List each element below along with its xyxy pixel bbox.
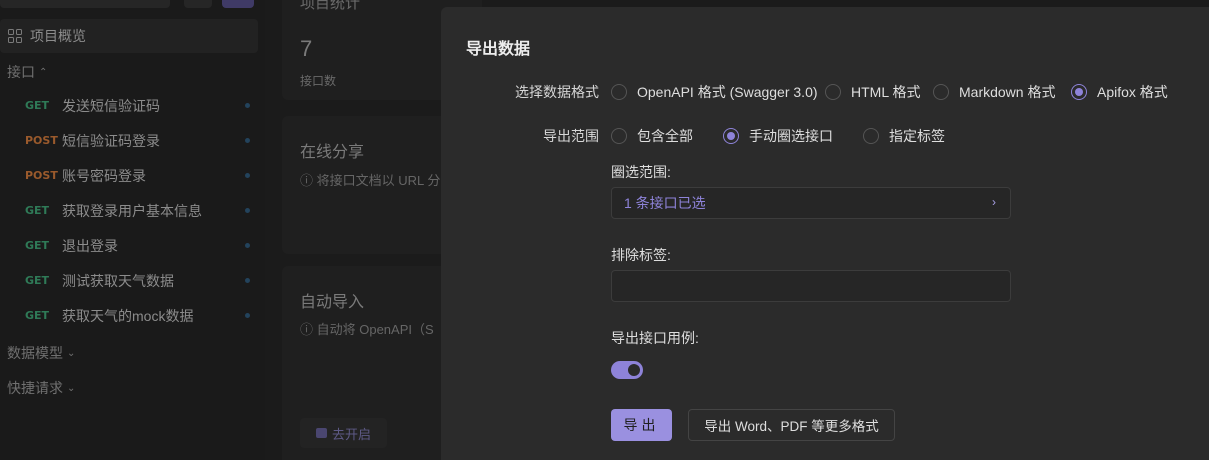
api-label: 获取登录用户基本信息 [62, 202, 202, 219]
radio-label: 手动圈选接口 [749, 128, 833, 144]
sidebar: 项目概览 接口 ⌃ GET 发送短信验证码 POST 短信验证码登录 POST … [0, 0, 265, 460]
format-label: 选择数据格式 [515, 84, 599, 100]
scope-option-manual[interactable]: 手动圈选接口 [723, 126, 833, 146]
status-dot [245, 243, 250, 248]
add-button[interactable] [222, 0, 254, 8]
examples-label: 导出接口用例: [611, 330, 699, 346]
stats-title: 项目统计 [300, 0, 361, 12]
filter-button[interactable] [184, 0, 212, 8]
sidebar-item-label: 项目概览 [30, 28, 86, 44]
radio-label: 包含全部 [637, 128, 693, 144]
section-quick-requests[interactable]: 快捷请求 ⌄ [7, 378, 75, 398]
scope-option-tags[interactable]: 指定标签 [863, 126, 945, 146]
share-description: ⓘ 将接口文档以 URL 分 [300, 173, 441, 188]
radio-label: HTML 格式 [851, 84, 921, 100]
radio-circle [723, 128, 739, 144]
radio-circle [863, 128, 879, 144]
examples-toggle[interactable] [611, 361, 643, 379]
range-value: 1 条接口已选 [624, 195, 706, 211]
method-badge: GET [25, 99, 50, 112]
auto-import-title: 自动导入 [300, 294, 365, 311]
grid-icon [8, 29, 22, 43]
scope-option-all[interactable]: 包含全部 [611, 126, 693, 146]
api-item[interactable]: GET 获取登录用户基本信息 [0, 193, 258, 228]
enable-button[interactable]: 去开启 [300, 418, 387, 448]
radio-label: 指定标签 [889, 128, 945, 144]
radio-label: Markdown 格式 [959, 84, 1056, 100]
exclude-tags-input[interactable] [611, 270, 1011, 302]
api-item[interactable]: GET 获取天气的mock数据 [0, 298, 258, 333]
chevron-down-icon: ⌄ [67, 347, 76, 359]
sidebar-item-overview[interactable]: 项目概览 [0, 19, 258, 53]
api-label: 获取天气的mock数据 [62, 307, 194, 324]
modal-title: 导出数据 [466, 41, 531, 58]
chevron-right-icon: › [992, 195, 996, 209]
api-item[interactable]: POST 账号密码登录 [0, 158, 258, 193]
api-label: 短信验证码登录 [62, 132, 160, 149]
radio-circle [825, 84, 841, 100]
api-item[interactable]: GET 退出登录 [0, 228, 258, 263]
format-option-apifox[interactable]: Apifox 格式 [1071, 82, 1168, 102]
method-badge: POST [25, 169, 58, 182]
export-modal [441, 7, 1209, 460]
status-dot [245, 278, 250, 283]
api-label: 测试获取天气数据 [62, 272, 174, 289]
radio-label: Apifox 格式 [1097, 84, 1168, 100]
status-dot [245, 173, 250, 178]
radio-circle [611, 84, 627, 100]
method-badge: POST [25, 134, 58, 147]
export-more-formats-button[interactable]: 导出 Word、PDF 等更多格式 [688, 409, 895, 441]
section-label: 数据模型 [7, 345, 63, 361]
api-item[interactable]: GET 测试获取天气数据 [0, 263, 258, 298]
method-badge: GET [25, 274, 50, 287]
radio-label: OpenAPI 格式 (Swagger 3.0) [637, 84, 818, 100]
stats-label: 接口数 [300, 74, 337, 88]
format-option-markdown[interactable]: Markdown 格式 [933, 82, 1055, 102]
exclude-tags-label: 排除标签: [611, 247, 671, 263]
auto-import-description: ⓘ 自动将 OpenAPI（S [300, 322, 434, 337]
radio-circle [611, 128, 627, 144]
status-dot [245, 313, 250, 318]
section-apis[interactable]: 接口 ⌃ [7, 62, 47, 82]
toggle-knob [628, 364, 640, 376]
api-label: 发送短信验证码 [62, 97, 160, 114]
status-dot [245, 208, 250, 213]
range-label: 圈选范围: [611, 164, 671, 180]
section-label: 快捷请求 [7, 380, 63, 396]
share-title: 在线分享 [300, 144, 365, 161]
method-badge: GET [25, 309, 50, 322]
api-label: 退出登录 [62, 237, 118, 254]
format-option-openapi[interactable]: OpenAPI 格式 (Swagger 3.0) [611, 82, 818, 102]
scope-label: 导出范围 [543, 128, 599, 144]
stats-number: 7 [300, 36, 313, 61]
range-selector[interactable]: 1 条接口已选 › [611, 187, 1011, 219]
method-badge: GET [25, 239, 50, 252]
section-models[interactable]: 数据模型 ⌄ [7, 343, 75, 363]
status-dot [245, 138, 250, 143]
api-item[interactable]: GET 发送短信验证码 [0, 88, 258, 123]
radio-circle [933, 84, 949, 100]
format-option-html[interactable]: HTML 格式 [825, 82, 920, 102]
api-label: 账号密码登录 [62, 167, 146, 184]
section-label: 接口 [7, 64, 35, 80]
enable-icon [315, 428, 327, 438]
api-item[interactable]: POST 短信验证码登录 [0, 123, 258, 158]
enable-label: 去开启 [331, 426, 371, 442]
method-badge: GET [25, 204, 50, 217]
search-input[interactable] [0, 0, 170, 8]
chevron-down-icon: ⌄ [67, 382, 76, 394]
status-dot [245, 103, 250, 108]
chevron-up-icon: ⌃ [39, 66, 48, 78]
radio-circle [1071, 84, 1087, 100]
export-button[interactable]: 导出 [611, 409, 672, 441]
